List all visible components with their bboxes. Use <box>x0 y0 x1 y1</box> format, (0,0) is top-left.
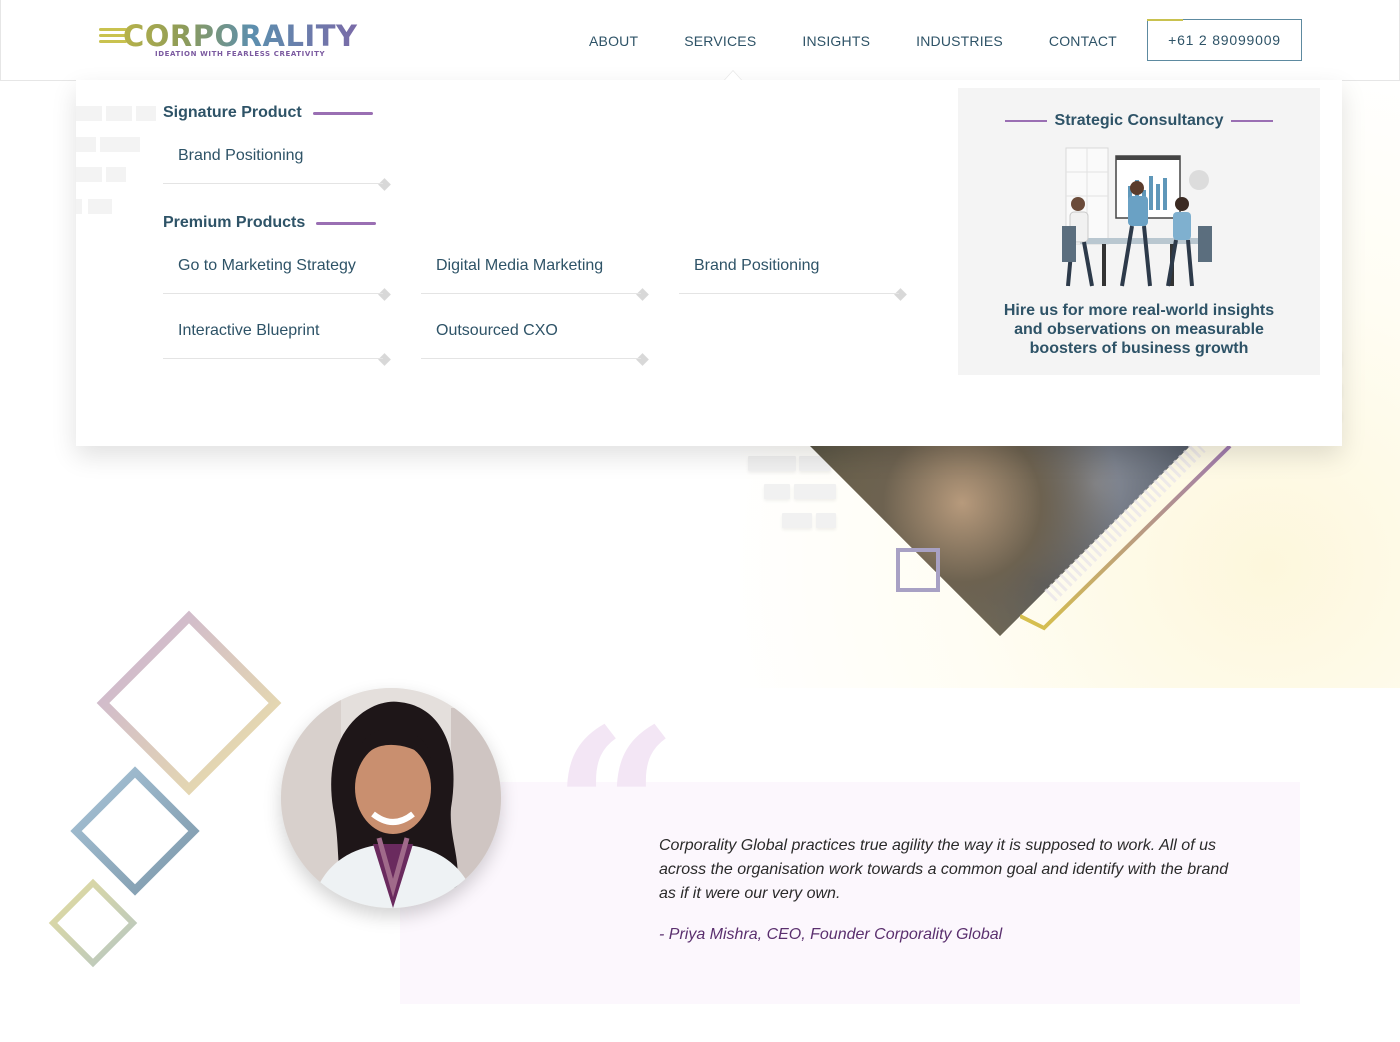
diamond-marker-icon <box>894 288 907 301</box>
nav-industries[interactable]: INDUSTRIES <box>916 33 1003 49</box>
meeting-illustration-icon <box>1062 147 1212 287</box>
phone-button[interactable]: +61 2 89099009 <box>1147 19 1302 61</box>
premium-products-title: Premium Products <box>163 214 306 231</box>
decor-pill <box>816 513 836 528</box>
menu-link-label: Digital Media Marketing <box>436 257 604 274</box>
testimonial-quote: Corporality Global practices true agilit… <box>659 837 1229 902</box>
dropdown-caret-icon <box>724 71 742 81</box>
diamond-marker-icon <box>636 288 649 301</box>
menu-link-brand-positioning-premium[interactable]: Brand Positioning <box>679 250 907 301</box>
diamond-outline-small-icon <box>48 878 138 968</box>
diamond-marker-icon <box>636 353 649 366</box>
diamond-marker-icon <box>378 178 391 191</box>
logo-wordmark: CORPORALITY <box>123 19 358 53</box>
corporality-logo[interactable]: CORPORALITY IDEATION WITH FEARLESS CREAT… <box>99 18 357 62</box>
testimonial-avatar <box>281 688 501 908</box>
diamond-outline-medium-icon <box>70 766 200 896</box>
menu-link-outsourced-cxo[interactable]: Outsourced CXO <box>421 315 649 366</box>
menu-link-label: Go to Marketing Strategy <box>178 257 356 274</box>
decor-pill <box>748 456 796 471</box>
nav-services[interactable]: SERVICES <box>684 33 756 49</box>
main-nav: ABOUT SERVICES INSIGHTS INDUSTRIES CONTA… <box>589 0 1163 81</box>
menu-link-brand-positioning-signature[interactable]: Brand Positioning <box>163 140 391 191</box>
menu-link-digital-media-marketing[interactable]: Digital Media Marketing <box>421 250 649 301</box>
promo-title: Strategic Consultancy <box>1054 112 1224 129</box>
services-mega-menu: Signature Product Brand Positioning Prem… <box>76 80 1342 446</box>
promo-heading: Strategic Consultancy <box>958 112 1320 130</box>
nav-about[interactable]: ABOUT <box>589 33 638 49</box>
menu-link-label: Brand Positioning <box>694 257 820 274</box>
logo-tagline: IDEATION WITH FEARLESS CREATIVITY <box>155 50 326 58</box>
decor-pill <box>782 513 812 528</box>
decor-pill <box>794 484 836 499</box>
nav-insights[interactable]: INSIGHTS <box>802 33 870 49</box>
menu-link-label: Interactive Blueprint <box>178 322 320 339</box>
signature-product-title: Signature Product <box>163 104 302 121</box>
decor-pill <box>764 484 790 499</box>
menu-link-label: Brand Positioning <box>178 147 304 164</box>
menu-link-interactive-blueprint[interactable]: Interactive Blueprint <box>163 315 391 366</box>
diamond-marker-icon <box>378 353 391 366</box>
hero-diamond-outline-icon <box>1020 446 1232 631</box>
premium-products-heading: Premium Products <box>163 214 377 232</box>
promo-description: Hire us for more real-world insights and… <box>1003 302 1275 357</box>
signature-product-heading: Signature Product <box>163 104 373 122</box>
diamond-marker-icon <box>378 288 391 301</box>
menu-link-go-to-marketing-strategy[interactable]: Go to Marketing Strategy <box>163 250 391 301</box>
menu-decor-pills <box>76 106 166 216</box>
strategic-consultancy-card[interactable]: Strategic Consultancy Hire us for more r… <box>958 88 1320 375</box>
testimonial-author: - Priya Mishra, CEO, Founder Corporality… <box>659 926 1003 943</box>
hero-square-outline-icon <box>896 548 940 592</box>
nav-contact[interactable]: CONTACT <box>1049 33 1117 49</box>
site-header: CORPORALITY IDEATION WITH FEARLESS CREAT… <box>0 0 1400 81</box>
menu-link-label: Outsourced CXO <box>436 322 558 339</box>
